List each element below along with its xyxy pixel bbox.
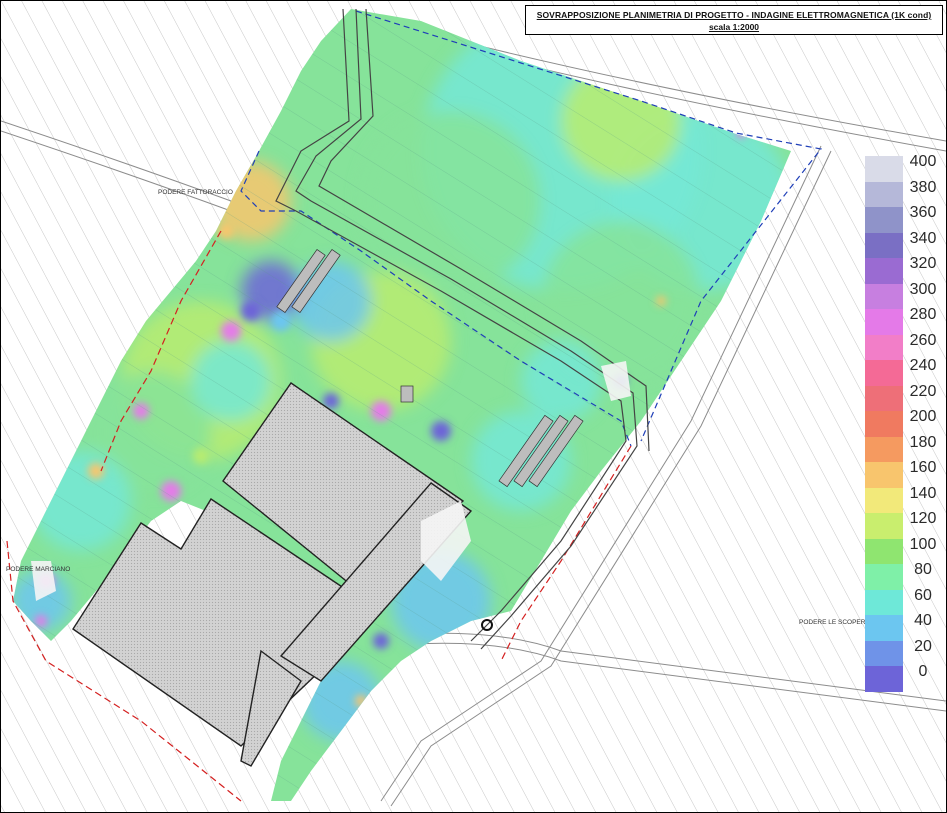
label-podere-fattoraccio: PODERE FATTORACCIO — [158, 189, 233, 196]
legend-label: 200 — [909, 408, 937, 425]
legend-swatch — [865, 615, 903, 641]
legend-swatch — [865, 487, 903, 514]
map-frame: PODERE FATTORACCIO PODERE LE SCOPERTE PO… — [0, 0, 947, 813]
legend-label: 240 — [909, 357, 937, 374]
legend-swatch — [865, 334, 903, 361]
legend-label: 280 — [909, 306, 937, 323]
legend-label: 0 — [918, 663, 928, 680]
legend-swatch — [865, 258, 903, 284]
map-title: SOVRAPPOSIZIONE PLANIMETRIA DI PROGETTO … — [536, 10, 932, 20]
legend-label: 20 — [914, 637, 932, 655]
legend-entry: 0 — [865, 663, 945, 692]
legend-swatch — [865, 181, 903, 208]
legend-label: 400 — [909, 153, 937, 170]
legend-swatch — [865, 385, 903, 412]
legend-label: 120 — [909, 510, 937, 527]
legend-label: 60 — [914, 586, 932, 604]
legend-label: 320 — [909, 255, 937, 272]
legend-label: 380 — [909, 178, 937, 196]
label-podere-le-scoperte: PODERE LE SCOPERTE — [799, 619, 874, 626]
legend-label: 80 — [914, 561, 932, 578]
legend-swatch — [865, 283, 903, 310]
legend-swatch — [865, 232, 903, 259]
legend-label: 340 — [909, 229, 937, 247]
legend-swatch — [865, 309, 903, 335]
label-podere-marciano: PODERE MARCIANO — [6, 566, 70, 573]
legend-label: 140 — [909, 484, 937, 502]
legend-swatch — [865, 411, 903, 437]
legend-swatch — [865, 436, 903, 463]
legend-swatch — [865, 538, 903, 565]
legend-label: 260 — [909, 331, 937, 349]
legend-label: 360 — [909, 204, 937, 221]
legend-label: 40 — [914, 612, 932, 629]
color-scale-legend: 400 380 360 340 320 300 280 260 240 220 200 180 160 1… — [865, 153, 945, 692]
map-title-box: SOVRAPPOSIZIONE PLANIMETRIA DI PROGETTO … — [525, 5, 943, 35]
legend-label: 160 — [909, 459, 937, 476]
legend-swatch — [865, 640, 903, 667]
legend-swatch — [865, 666, 903, 692]
survey-map: PODERE FATTORACCIO PODERE LE SCOPERTE PO… — [1, 1, 946, 812]
legend-label: 100 — [909, 535, 937, 553]
legend-label: 180 — [909, 433, 937, 451]
legend-swatch — [865, 207, 903, 233]
legend-swatch — [865, 156, 903, 182]
legend-swatch — [865, 513, 903, 539]
legend-swatch — [865, 462, 903, 488]
legend-label: 300 — [909, 280, 937, 298]
legend-swatch — [865, 564, 903, 590]
legend-swatch — [865, 360, 903, 386]
legend-swatch — [865, 589, 903, 616]
map-scale: scala 1:2000 — [708, 22, 760, 32]
legend-label: 220 — [909, 382, 937, 400]
